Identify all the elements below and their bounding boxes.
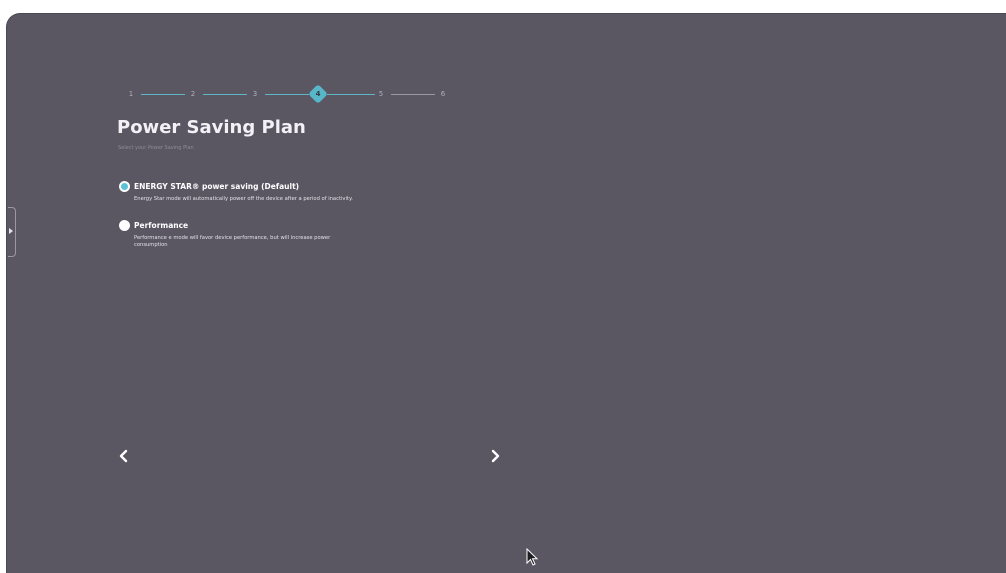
chevron-right-icon bbox=[491, 449, 500, 463]
step-connector bbox=[327, 94, 375, 95]
expand-arrow-icon bbox=[9, 228, 13, 234]
chevron-left-icon bbox=[119, 449, 128, 463]
setup-screen: 1 2 3 4 5 6 Power Saving Plan Select you… bbox=[6, 13, 1006, 573]
side-panel-handle[interactable] bbox=[8, 207, 16, 257]
back-button[interactable] bbox=[116, 448, 132, 464]
step-1: 1 bbox=[128, 90, 134, 98]
step-6: 6 bbox=[440, 90, 446, 98]
option-description: Energy Star mode will automatically powe… bbox=[134, 196, 353, 202]
step-connector bbox=[141, 94, 185, 95]
step-2: 2 bbox=[190, 90, 196, 98]
option-performance[interactable]: Performance Performance e mode will favo… bbox=[119, 220, 419, 256]
step-connector bbox=[203, 94, 247, 95]
step-connector bbox=[391, 94, 435, 95]
mouse-cursor-icon bbox=[526, 548, 539, 566]
setup-stepper: 1 2 3 4 5 6 bbox=[125, 84, 455, 104]
option-label: ENERGY STAR® power saving (Default) bbox=[134, 182, 300, 191]
option-description: Performance e mode will favor device per… bbox=[134, 235, 331, 248]
page-title: Power Saving Plan bbox=[117, 117, 306, 138]
step-connector bbox=[265, 94, 309, 95]
option-label: Performance bbox=[134, 221, 189, 230]
option-energy-star[interactable]: ENERGY STAR® power saving (Default) Ener… bbox=[119, 181, 419, 217]
page-subtitle: Select your Power Saving Plan bbox=[118, 145, 194, 151]
step-5: 5 bbox=[378, 90, 384, 98]
next-button[interactable] bbox=[487, 448, 503, 464]
radio-unselected[interactable] bbox=[119, 220, 130, 231]
radio-selected[interactable] bbox=[119, 181, 130, 192]
step-3: 3 bbox=[252, 90, 258, 98]
step-4: 4 bbox=[315, 90, 321, 98]
